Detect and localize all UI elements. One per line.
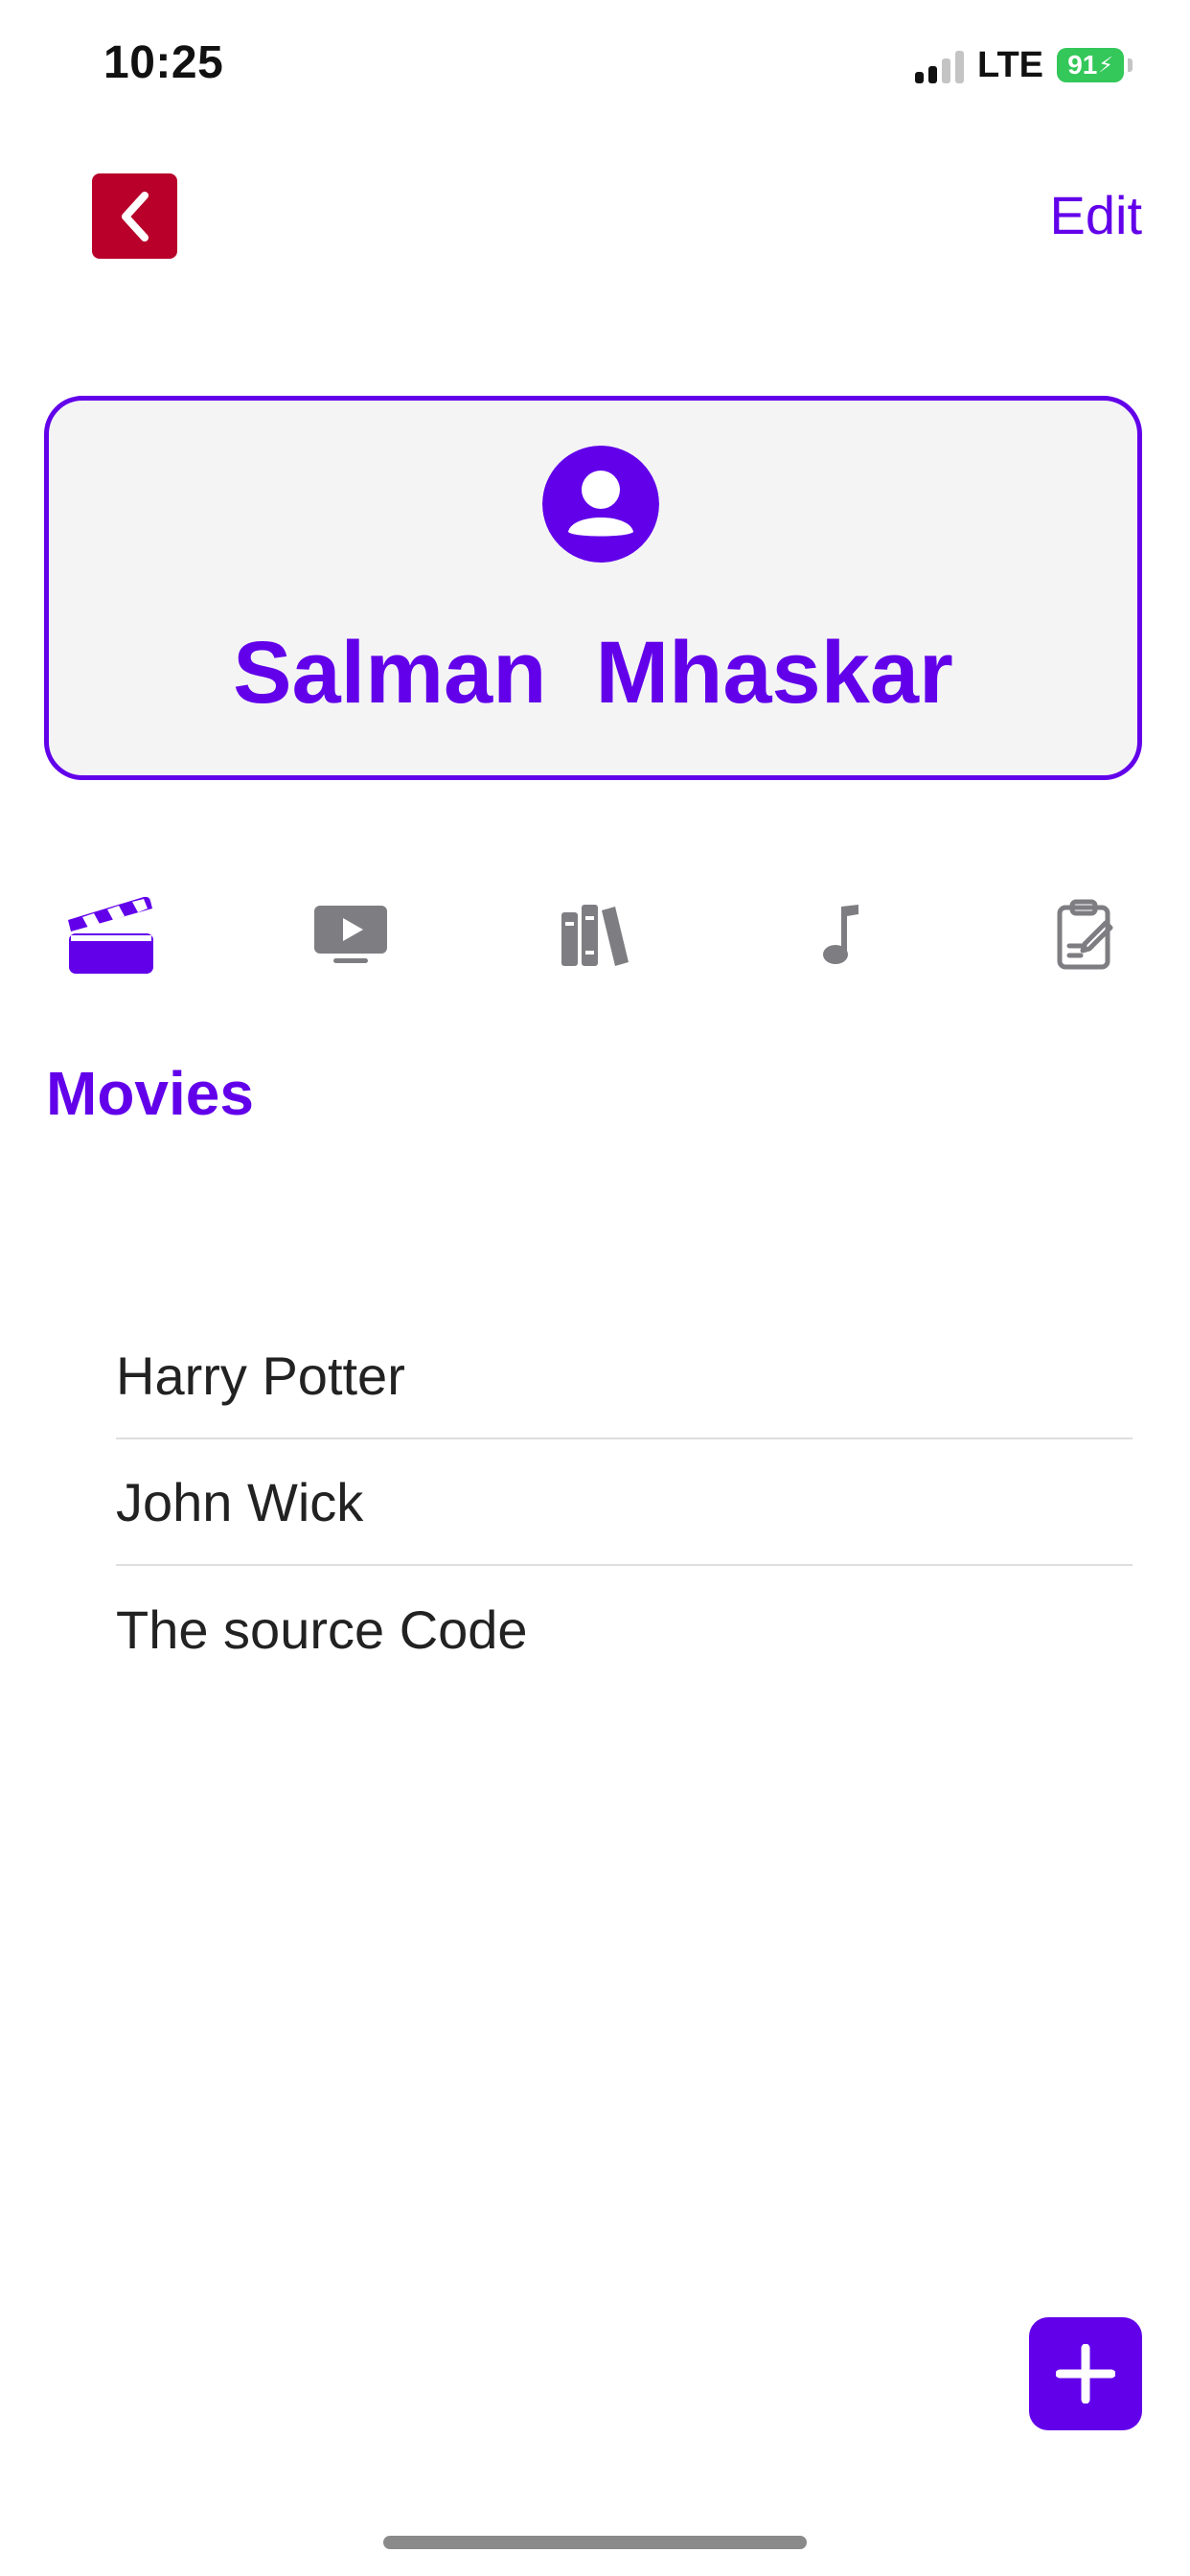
tab-music[interactable] xyxy=(789,882,894,987)
battery-cap xyxy=(1128,58,1133,72)
music-note-icon xyxy=(823,905,858,964)
cellular-signal-icon xyxy=(915,47,965,83)
profile-name: Salman Mhaskar xyxy=(233,624,953,722)
category-tabs xyxy=(0,882,1190,987)
list-item[interactable]: Harry Potter xyxy=(116,1313,1133,1439)
section-title: Movies xyxy=(46,1059,254,1128)
movie-list: Harry Potter John Wick The source Code xyxy=(116,1313,1133,1692)
plus-icon xyxy=(1056,2344,1115,2404)
status-time: 10:25 xyxy=(103,37,224,88)
status-indicators: LTE 91 ⚡ xyxy=(915,42,1133,88)
tab-tv-shows[interactable] xyxy=(298,882,403,987)
clipboard-pencil-icon xyxy=(1057,899,1113,970)
list-item[interactable]: The source Code xyxy=(116,1566,1133,1692)
clapperboard-icon xyxy=(68,896,153,974)
person-circle-icon xyxy=(542,446,659,563)
network-type-label: LTE xyxy=(977,44,1043,85)
battery-icon: 91 ⚡ xyxy=(1057,48,1124,82)
tv-play-icon xyxy=(314,906,387,963)
list-item[interactable]: John Wick xyxy=(116,1439,1133,1566)
charging-bolt-icon: ⚡ xyxy=(1098,53,1113,77)
tab-books[interactable] xyxy=(542,882,648,987)
edit-button[interactable]: Edit xyxy=(1050,184,1143,246)
books-icon xyxy=(561,905,629,966)
chevron-left-icon xyxy=(121,191,149,242)
profile-card: Salman Mhaskar xyxy=(44,396,1142,780)
battery-level: 91 xyxy=(1067,50,1098,80)
back-button[interactable] xyxy=(92,173,177,259)
add-button[interactable] xyxy=(1029,2317,1142,2430)
tab-notes[interactable] xyxy=(1033,882,1138,987)
home-indicator xyxy=(383,2536,807,2549)
tab-movies[interactable] xyxy=(57,882,163,987)
